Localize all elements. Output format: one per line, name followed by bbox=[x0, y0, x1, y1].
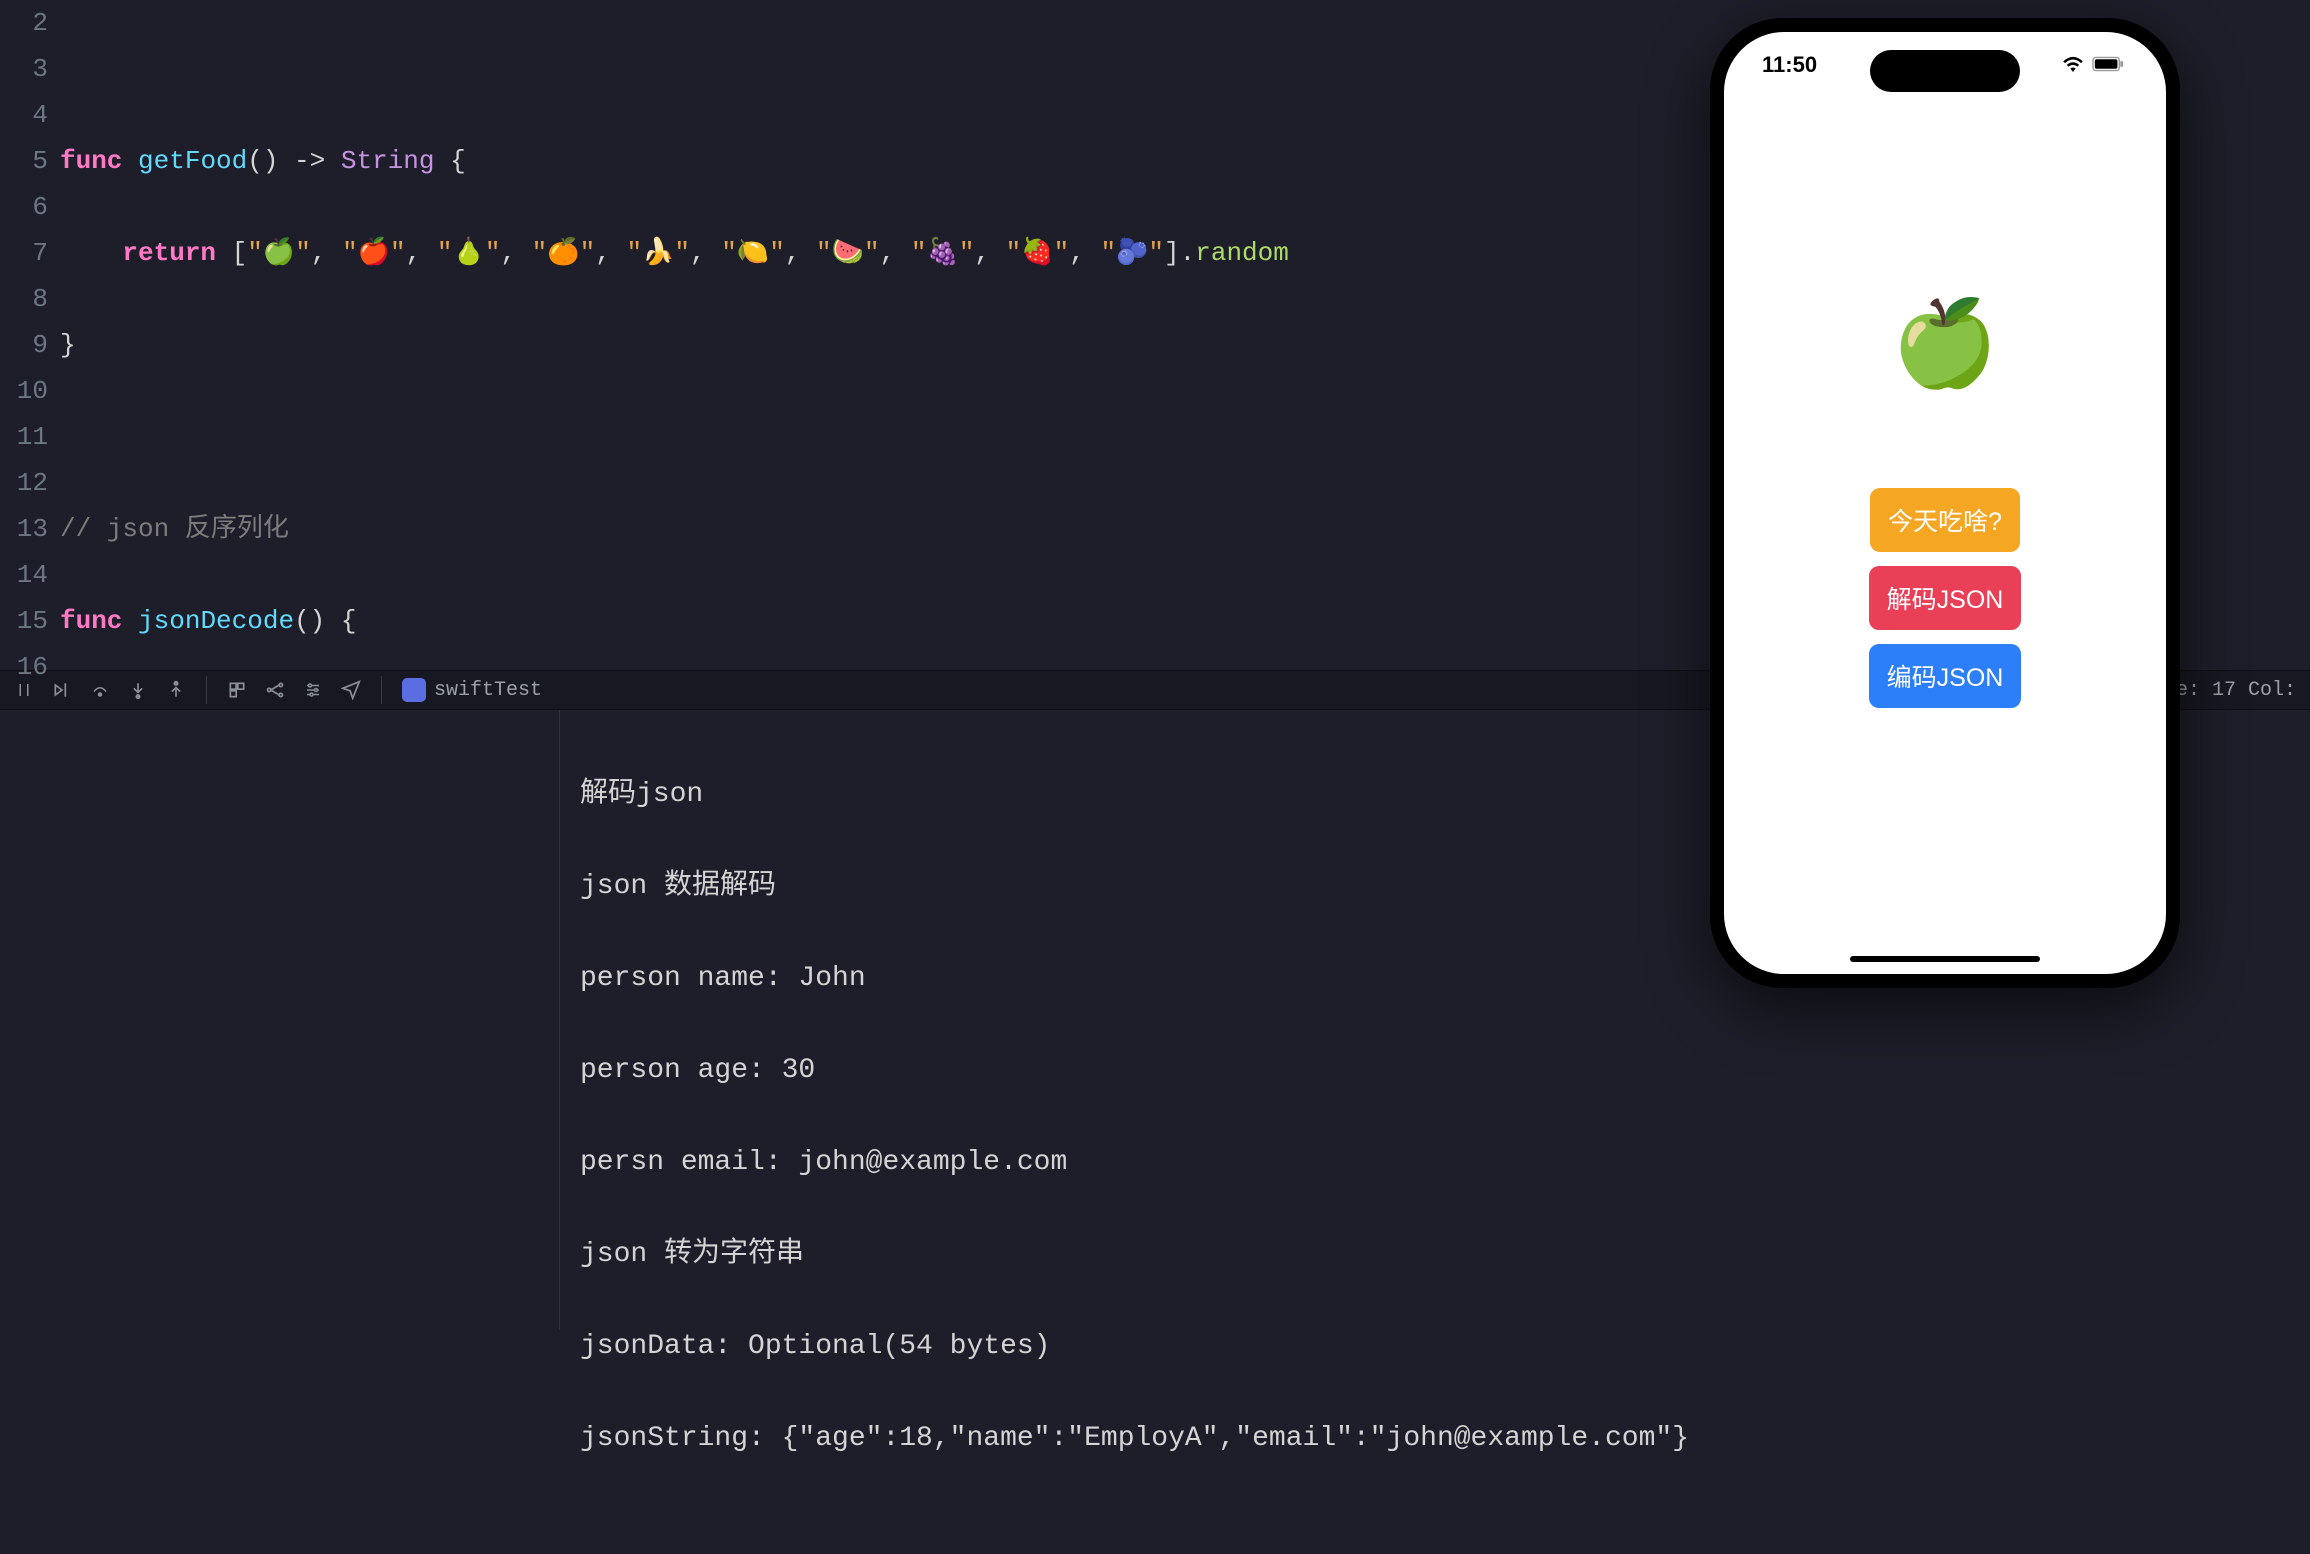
decode-json-button[interactable]: 解码JSON bbox=[1869, 566, 2022, 630]
app-content: 🍏 今天吃啥? 解码JSON 编码JSON bbox=[1724, 98, 2166, 708]
console-line: person age: 30 bbox=[580, 1048, 2290, 1094]
battery-icon bbox=[2092, 52, 2124, 78]
app-name: swiftTest bbox=[434, 679, 542, 702]
console-line: jsonData: Optional(54 bytes) bbox=[580, 1324, 2290, 1370]
environment-override-icon[interactable] bbox=[299, 676, 327, 704]
debug-target-label[interactable]: swiftTest bbox=[402, 678, 542, 702]
variables-panel[interactable] bbox=[0, 710, 560, 1330]
pause-icon[interactable] bbox=[10, 676, 38, 704]
encode-json-button[interactable]: 编码JSON bbox=[1869, 644, 2022, 708]
step-over-icon[interactable] bbox=[86, 676, 114, 704]
lineno: 8 bbox=[0, 276, 48, 322]
lineno: 7 bbox=[0, 230, 48, 276]
wifi-icon bbox=[2062, 52, 2084, 78]
step-out-icon[interactable] bbox=[162, 676, 190, 704]
lineno: 5 bbox=[0, 138, 48, 184]
app-icon bbox=[402, 678, 426, 702]
app-buttons: 今天吃啥? 解码JSON 编码JSON bbox=[1869, 488, 2022, 708]
console-line: persn email: john@example.com bbox=[580, 1140, 2290, 1186]
status-time: 11:50 bbox=[1762, 52, 1817, 78]
toolbar-separator bbox=[381, 676, 382, 704]
console-line: jsonString: {"age":18,"name":"EmployA","… bbox=[580, 1416, 2290, 1462]
lineno: 6 bbox=[0, 184, 48, 230]
memory-graph-icon[interactable] bbox=[261, 676, 289, 704]
step-into-icon[interactable] bbox=[124, 676, 152, 704]
eat-what-button[interactable]: 今天吃啥? bbox=[1870, 488, 2020, 552]
view-debug-icon[interactable] bbox=[223, 676, 251, 704]
toolbar-separator bbox=[206, 676, 207, 704]
lineno: 4 bbox=[0, 92, 48, 138]
lineno: 10 bbox=[0, 368, 48, 414]
lineno: 11 bbox=[0, 414, 48, 460]
food-display: 🍏 bbox=[1891, 300, 1998, 386]
line-number-gutter: 2 3 4 5 6 7 8 9 10 11 12 13 14 15 16 bbox=[0, 0, 60, 670]
lineno: 14 bbox=[0, 552, 48, 598]
home-indicator[interactable] bbox=[1850, 956, 2040, 962]
lineno: 12 bbox=[0, 460, 48, 506]
status-icons bbox=[2062, 52, 2124, 78]
lineno: 9 bbox=[0, 322, 48, 368]
lineno: 3 bbox=[0, 46, 48, 92]
console-line: json 转为字符串 bbox=[580, 1232, 2290, 1278]
simulator-screen[interactable]: 11:50 🍏 今天吃啥? 解码JSON 编码JSON bbox=[1724, 32, 2166, 974]
lineno: 15 bbox=[0, 598, 48, 644]
location-icon[interactable] bbox=[337, 676, 365, 704]
lineno: 2 bbox=[0, 0, 48, 46]
continue-icon[interactable] bbox=[48, 676, 76, 704]
iphone-simulator[interactable]: 11:50 🍏 今天吃啥? 解码JSON 编码JSON bbox=[1710, 18, 2180, 988]
dynamic-island bbox=[1870, 50, 2020, 92]
lineno: 13 bbox=[0, 506, 48, 552]
